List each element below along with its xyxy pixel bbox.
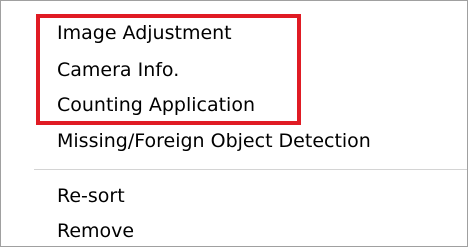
menu-separator (34, 169, 467, 170)
menu-item-re-sort[interactable]: Re-sort (57, 182, 125, 210)
menu-item-image-adjustment[interactable]: Image Adjustment (57, 19, 232, 47)
menu-item-counting-application[interactable]: Counting Application (57, 91, 255, 119)
menu-item-missing-foreign-object-detection[interactable]: Missing/Foreign Object Detection (57, 127, 371, 155)
menu-item-remove[interactable]: Remove (57, 217, 134, 245)
menu-item-camera-info[interactable]: Camera Info. (57, 56, 179, 84)
context-menu: Image Adjustment Camera Info. Counting A… (0, 0, 468, 247)
